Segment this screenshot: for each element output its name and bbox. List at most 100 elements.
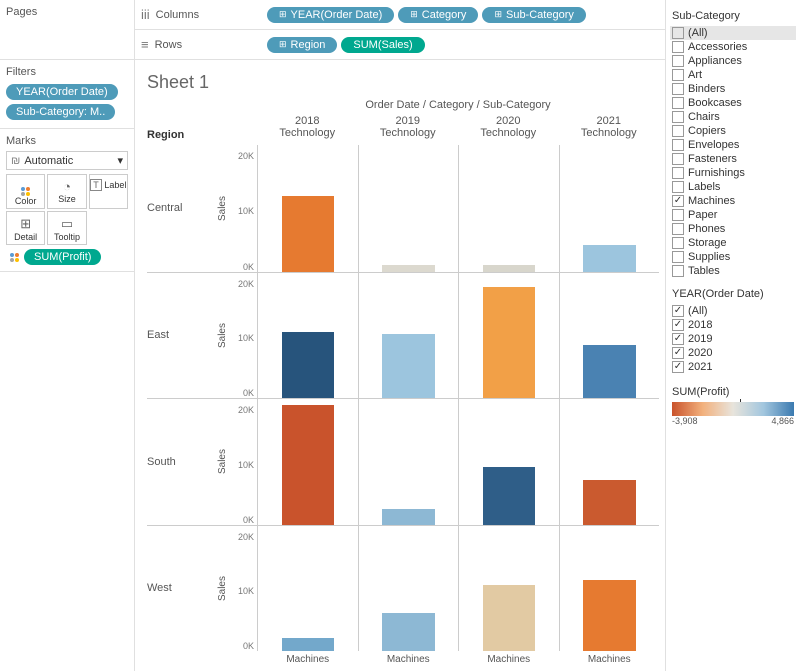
chart-cell[interactable] bbox=[458, 525, 559, 652]
color-button[interactable]: Color bbox=[6, 174, 45, 209]
chart-cell[interactable] bbox=[458, 145, 559, 272]
year-label: 2021 bbox=[688, 361, 712, 373]
marks-title: Marks bbox=[6, 135, 128, 147]
subcat-item[interactable]: Accessories bbox=[672, 40, 794, 54]
rows-icon: ≡ bbox=[141, 37, 149, 52]
bar[interactable] bbox=[282, 332, 335, 398]
subcat-item[interactable]: Fasteners bbox=[672, 152, 794, 166]
bar[interactable] bbox=[282, 196, 335, 272]
bar[interactable] bbox=[382, 334, 435, 398]
region-axis-label: Region bbox=[147, 129, 217, 145]
columns-shelf[interactable]: iii Columns ⊞YEAR(Order Date)⊞Category⊞S… bbox=[135, 0, 665, 30]
row-header: East bbox=[147, 272, 217, 399]
bar[interactable] bbox=[583, 245, 636, 272]
subcat-item[interactable]: Furnishings bbox=[672, 166, 794, 180]
chart-cell[interactable] bbox=[358, 398, 459, 525]
legend-gradient[interactable] bbox=[672, 402, 794, 416]
y-tick: 0K bbox=[243, 515, 254, 525]
row-header: South bbox=[147, 398, 217, 525]
mark-field-pill: SUM(Profit) bbox=[24, 249, 101, 265]
bar[interactable] bbox=[382, 265, 435, 272]
column-pill[interactable]: ⊞Sub-Category bbox=[482, 7, 585, 23]
detail-label: Detail bbox=[14, 232, 37, 242]
subcat-label: Binders bbox=[688, 83, 725, 95]
bar[interactable] bbox=[282, 405, 335, 525]
chart-cell[interactable] bbox=[458, 398, 559, 525]
bar[interactable] bbox=[483, 467, 536, 525]
marks-buttons: Color ◔ Size T Label ⊞ Detail ▭ Tooltip bbox=[6, 174, 128, 245]
subcat-label: Machines bbox=[688, 195, 735, 207]
checkbox-icon: ✓ bbox=[672, 333, 684, 345]
tooltip-button[interactable]: ▭ Tooltip bbox=[47, 211, 86, 245]
bar[interactable] bbox=[583, 480, 636, 524]
center-area: iii Columns ⊞YEAR(Order Date)⊞Category⊞S… bbox=[135, 0, 665, 671]
subcat-item[interactable]: Art bbox=[672, 68, 794, 82]
subcat-item[interactable]: Tables bbox=[672, 264, 794, 278]
bar[interactable] bbox=[583, 580, 636, 651]
bar[interactable] bbox=[483, 265, 536, 272]
year-item[interactable]: ✓2019 bbox=[672, 332, 794, 346]
subcat-label: Furnishings bbox=[688, 167, 745, 179]
filter-pill-subcategory[interactable]: Sub-Category: M.. bbox=[6, 104, 115, 120]
chart-cell[interactable] bbox=[257, 145, 358, 272]
filter-pill-year[interactable]: YEAR(Order Date) bbox=[6, 84, 118, 100]
label-button[interactable]: T Label bbox=[89, 174, 128, 209]
y-tick: 0K bbox=[243, 388, 254, 398]
subcat-item[interactable]: Appliances bbox=[672, 54, 794, 68]
plus-icon: ⊞ bbox=[279, 9, 287, 20]
mark-type-dropdown[interactable]: ₪ Automatic ▾ bbox=[6, 151, 128, 170]
chart-cell[interactable] bbox=[257, 525, 358, 652]
size-button[interactable]: ◔ Size bbox=[47, 174, 86, 209]
subcat-item[interactable]: Supplies bbox=[672, 250, 794, 264]
subcat-label: Bookcases bbox=[688, 97, 742, 109]
checkbox-icon bbox=[672, 97, 684, 109]
detail-button[interactable]: ⊞ Detail bbox=[6, 211, 45, 245]
row-pill[interactable]: SUM(Sales) bbox=[341, 37, 424, 53]
chart-cell[interactable] bbox=[458, 272, 559, 399]
chart-cell[interactable] bbox=[358, 525, 459, 652]
year-all-row[interactable]: ✓ (All) bbox=[672, 304, 794, 318]
chart-cell[interactable] bbox=[358, 145, 459, 272]
year-item[interactable]: ✓2020 bbox=[672, 346, 794, 360]
subcat-item[interactable]: ✓Machines bbox=[672, 194, 794, 208]
bar[interactable] bbox=[483, 585, 536, 651]
subcat-item[interactable]: Phones bbox=[672, 222, 794, 236]
bar[interactable] bbox=[583, 345, 636, 398]
chart-cell[interactable] bbox=[257, 272, 358, 399]
subcat-item[interactable]: Paper bbox=[672, 208, 794, 222]
subcat-item[interactable]: Envelopes bbox=[672, 138, 794, 152]
subcat-item[interactable]: Binders bbox=[672, 82, 794, 96]
rows-shelf[interactable]: ≡ Rows ⊞RegionSUM(Sales) bbox=[135, 30, 665, 60]
sheet-title[interactable]: Sheet 1 bbox=[147, 72, 659, 93]
bar[interactable] bbox=[382, 613, 435, 651]
subcat-item[interactable]: Labels bbox=[672, 180, 794, 194]
row-pill[interactable]: ⊞Region bbox=[267, 37, 337, 53]
y-tick: 0K bbox=[243, 262, 254, 272]
subcat-item[interactable]: Bookcases bbox=[672, 96, 794, 110]
bar[interactable] bbox=[483, 287, 536, 398]
chart-cell[interactable] bbox=[559, 398, 660, 525]
column-pill[interactable]: ⊞Category bbox=[398, 7, 478, 23]
year-label: 2020 bbox=[688, 347, 712, 359]
subcat-label: Storage bbox=[688, 237, 727, 249]
chart-cell[interactable] bbox=[257, 398, 358, 525]
x-label: Machines bbox=[559, 651, 660, 665]
chart-cell[interactable] bbox=[559, 145, 660, 272]
bar[interactable] bbox=[282, 638, 335, 651]
subcat-label: Supplies bbox=[688, 251, 730, 263]
chart-cell[interactable] bbox=[358, 272, 459, 399]
subcat-item[interactable]: Copiers bbox=[672, 124, 794, 138]
subcat-item[interactable]: Chairs bbox=[672, 110, 794, 124]
subcat-label: Labels bbox=[688, 181, 720, 193]
year-item[interactable]: ✓2021 bbox=[672, 360, 794, 374]
column-pill[interactable]: ⊞YEAR(Order Date) bbox=[267, 7, 394, 23]
year-item[interactable]: ✓2018 bbox=[672, 318, 794, 332]
chart-cell[interactable] bbox=[559, 272, 660, 399]
bar[interactable] bbox=[382, 509, 435, 524]
color-legend: SUM(Profit) -3,908 4,866 bbox=[672, 382, 794, 426]
marks-color-field[interactable]: SUM(Profit) bbox=[6, 249, 128, 265]
subcat-all-row[interactable]: (All) bbox=[670, 26, 796, 40]
chart-cell[interactable] bbox=[559, 525, 660, 652]
subcat-item[interactable]: Storage bbox=[672, 236, 794, 250]
checkbox-icon bbox=[672, 153, 684, 165]
